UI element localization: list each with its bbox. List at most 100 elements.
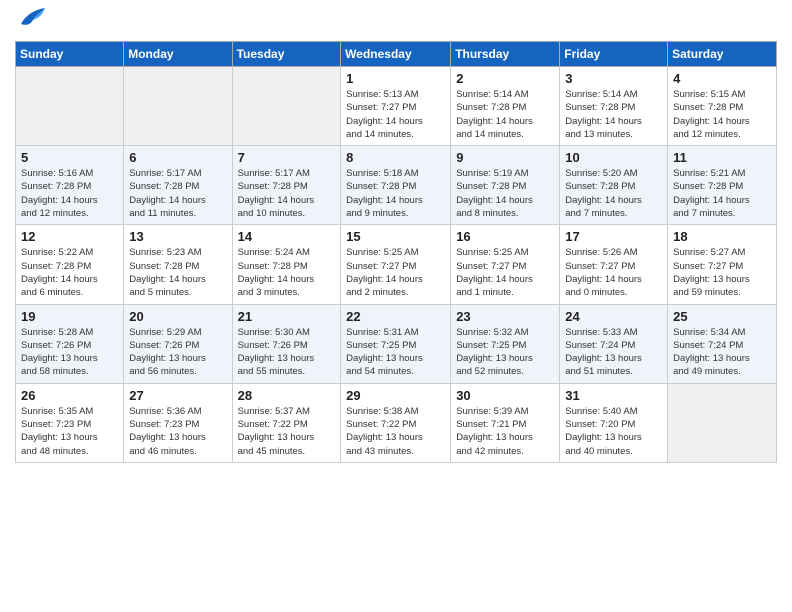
- day-number: 9: [456, 150, 554, 165]
- day-info: Sunrise: 5:26 AM Sunset: 7:27 PM Dayligh…: [565, 246, 662, 299]
- day-number: 20: [129, 309, 226, 324]
- day-info: Sunrise: 5:28 AM Sunset: 7:26 PM Dayligh…: [21, 326, 118, 379]
- calendar-cell: 8 Sunrise: 5:18 AM Sunset: 7:28 PM Daylig…: [341, 146, 451, 225]
- weekday-monday: Monday: [124, 42, 232, 67]
- calendar-cell: 4 Sunrise: 5:15 AM Sunset: 7:28 PM Daylig…: [668, 67, 777, 146]
- day-info: Sunrise: 5:14 AM Sunset: 7:28 PM Dayligh…: [456, 88, 554, 141]
- day-number: 4: [673, 71, 771, 86]
- day-info: Sunrise: 5:37 AM Sunset: 7:22 PM Dayligh…: [238, 405, 336, 458]
- day-info: Sunrise: 5:19 AM Sunset: 7:28 PM Dayligh…: [456, 167, 554, 220]
- day-number: 23: [456, 309, 554, 324]
- day-info: Sunrise: 5:17 AM Sunset: 7:28 PM Dayligh…: [129, 167, 226, 220]
- day-info: Sunrise: 5:16 AM Sunset: 7:28 PM Dayligh…: [21, 167, 118, 220]
- day-number: 30: [456, 388, 554, 403]
- day-number: 5: [21, 150, 118, 165]
- day-info: Sunrise: 5:29 AM Sunset: 7:26 PM Dayligh…: [129, 326, 226, 379]
- day-info: Sunrise: 5:25 AM Sunset: 7:27 PM Dayligh…: [456, 246, 554, 299]
- day-number: 22: [346, 309, 445, 324]
- day-number: 6: [129, 150, 226, 165]
- calendar-week-3: 12 Sunrise: 5:22 AM Sunset: 7:28 PM Dayli…: [16, 225, 777, 304]
- calendar-cell: 7 Sunrise: 5:17 AM Sunset: 7:28 PM Daylig…: [232, 146, 341, 225]
- day-info: Sunrise: 5:25 AM Sunset: 7:27 PM Dayligh…: [346, 246, 445, 299]
- calendar-cell: 30 Sunrise: 5:39 AM Sunset: 7:21 PM Dayli…: [451, 383, 560, 462]
- weekday-thursday: Thursday: [451, 42, 560, 67]
- day-info: Sunrise: 5:40 AM Sunset: 7:20 PM Dayligh…: [565, 405, 662, 458]
- day-info: Sunrise: 5:31 AM Sunset: 7:25 PM Dayligh…: [346, 326, 445, 379]
- weekday-friday: Friday: [560, 42, 668, 67]
- day-info: Sunrise: 5:14 AM Sunset: 7:28 PM Dayligh…: [565, 88, 662, 141]
- calendar-cell: 26 Sunrise: 5:35 AM Sunset: 7:23 PM Dayli…: [16, 383, 124, 462]
- day-info: Sunrise: 5:38 AM Sunset: 7:22 PM Dayligh…: [346, 405, 445, 458]
- logo: [15, 10, 47, 33]
- calendar-cell: [668, 383, 777, 462]
- day-info: Sunrise: 5:39 AM Sunset: 7:21 PM Dayligh…: [456, 405, 554, 458]
- weekday-wednesday: Wednesday: [341, 42, 451, 67]
- header: [15, 10, 777, 33]
- day-info: Sunrise: 5:30 AM Sunset: 7:26 PM Dayligh…: [238, 326, 336, 379]
- weekday-sunday: Sunday: [16, 42, 124, 67]
- calendar-cell: 31 Sunrise: 5:40 AM Sunset: 7:20 PM Dayli…: [560, 383, 668, 462]
- calendar-cell: 14Sunrise: 5:24 AM Sunset: 7:28 PM Dayli…: [232, 225, 341, 304]
- calendar-cell: 12 Sunrise: 5:22 AM Sunset: 7:28 PM Dayli…: [16, 225, 124, 304]
- calendar-cell: 19 Sunrise: 5:28 AM Sunset: 7:26 PM Dayli…: [16, 304, 124, 383]
- calendar-cell: 18Sunrise: 5:27 AM Sunset: 7:27 PM Dayli…: [668, 225, 777, 304]
- day-info: Sunrise: 5:32 AM Sunset: 7:25 PM Dayligh…: [456, 326, 554, 379]
- calendar-cell: 6 Sunrise: 5:17 AM Sunset: 7:28 PM Daylig…: [124, 146, 232, 225]
- calendar-cell: 17 Sunrise: 5:26 AM Sunset: 7:27 PM Dayli…: [560, 225, 668, 304]
- calendar-cell: [16, 67, 124, 146]
- day-number: 29: [346, 388, 445, 403]
- calendar-cell: 16 Sunrise: 5:25 AM Sunset: 7:27 PM Dayli…: [451, 225, 560, 304]
- calendar-cell: 25Sunrise: 5:34 AM Sunset: 7:24 PM Dayli…: [668, 304, 777, 383]
- day-info: Sunrise: 5:33 AM Sunset: 7:24 PM Dayligh…: [565, 326, 662, 379]
- day-info: Sunrise: 5:20 AM Sunset: 7:28 PM Dayligh…: [565, 167, 662, 220]
- day-number: 12: [21, 229, 118, 244]
- day-info: Sunrise: 5:27 AM Sunset: 7:27 PM Dayligh…: [673, 246, 771, 299]
- day-number: 26: [21, 388, 118, 403]
- day-number: 21: [238, 309, 336, 324]
- day-number: 25: [673, 309, 771, 324]
- calendar-cell: 15 Sunrise: 5:25 AM Sunset: 7:27 PM Dayli…: [341, 225, 451, 304]
- calendar-cell: 29 Sunrise: 5:38 AM Sunset: 7:22 PM Dayli…: [341, 383, 451, 462]
- day-number: 15: [346, 229, 445, 244]
- calendar-cell: 23 Sunrise: 5:32 AM Sunset: 7:25 PM Dayli…: [451, 304, 560, 383]
- calendar-week-1: 1Sunrise: 5:13 AM Sunset: 7:27 PM Daylig…: [16, 67, 777, 146]
- calendar-cell: 20 Sunrise: 5:29 AM Sunset: 7:26 PM Dayli…: [124, 304, 232, 383]
- day-number: 7: [238, 150, 336, 165]
- calendar-cell: [232, 67, 341, 146]
- day-number: 16: [456, 229, 554, 244]
- calendar-week-4: 19 Sunrise: 5:28 AM Sunset: 7:26 PM Dayli…: [16, 304, 777, 383]
- day-number: 19: [21, 309, 118, 324]
- calendar-cell: 22 Sunrise: 5:31 AM Sunset: 7:25 PM Dayli…: [341, 304, 451, 383]
- day-info: Sunrise: 5:35 AM Sunset: 7:23 PM Dayligh…: [21, 405, 118, 458]
- calendar-cell: 27 Sunrise: 5:36 AM Sunset: 7:23 PM Dayli…: [124, 383, 232, 462]
- day-info: Sunrise: 5:17 AM Sunset: 7:28 PM Dayligh…: [238, 167, 336, 220]
- day-info: Sunrise: 5:36 AM Sunset: 7:23 PM Dayligh…: [129, 405, 226, 458]
- calendar-cell: 10 Sunrise: 5:20 AM Sunset: 7:28 PM Dayli…: [560, 146, 668, 225]
- day-info: Sunrise: 5:18 AM Sunset: 7:28 PM Dayligh…: [346, 167, 445, 220]
- calendar-cell: 9 Sunrise: 5:19 AM Sunset: 7:28 PM Daylig…: [451, 146, 560, 225]
- day-info: Sunrise: 5:23 AM Sunset: 7:28 PM Dayligh…: [129, 246, 226, 299]
- calendar-week-5: 26 Sunrise: 5:35 AM Sunset: 7:23 PM Dayli…: [16, 383, 777, 462]
- calendar-week-2: 5 Sunrise: 5:16 AM Sunset: 7:28 PM Daylig…: [16, 146, 777, 225]
- calendar-cell: 2 Sunrise: 5:14 AM Sunset: 7:28 PM Daylig…: [451, 67, 560, 146]
- calendar-cell: 24 Sunrise: 5:33 AM Sunset: 7:24 PM Dayli…: [560, 304, 668, 383]
- calendar-page: SundayMondayTuesdayWednesdayThursdayFrid…: [0, 0, 792, 612]
- day-info: Sunrise: 5:15 AM Sunset: 7:28 PM Dayligh…: [673, 88, 771, 141]
- day-number: 10: [565, 150, 662, 165]
- day-info: Sunrise: 5:13 AM Sunset: 7:27 PM Dayligh…: [346, 88, 445, 141]
- day-number: 31: [565, 388, 662, 403]
- weekday-header-row: SundayMondayTuesdayWednesdayThursdayFrid…: [16, 42, 777, 67]
- day-number: 27: [129, 388, 226, 403]
- calendar-cell: 21 Sunrise: 5:30 AM Sunset: 7:26 PM Dayli…: [232, 304, 341, 383]
- calendar-cell: 3Sunrise: 5:14 AM Sunset: 7:28 PM Daylig…: [560, 67, 668, 146]
- day-number: 2: [456, 71, 554, 86]
- calendar-cell: 1Sunrise: 5:13 AM Sunset: 7:27 PM Daylig…: [341, 67, 451, 146]
- day-number: 28: [238, 388, 336, 403]
- day-info: Sunrise: 5:21 AM Sunset: 7:28 PM Dayligh…: [673, 167, 771, 220]
- day-info: Sunrise: 5:24 AM Sunset: 7:28 PM Dayligh…: [238, 246, 336, 299]
- day-number: 24: [565, 309, 662, 324]
- calendar-table: SundayMondayTuesdayWednesdayThursdayFrid…: [15, 41, 777, 463]
- day-info: Sunrise: 5:22 AM Sunset: 7:28 PM Dayligh…: [21, 246, 118, 299]
- day-number: 17: [565, 229, 662, 244]
- day-number: 8: [346, 150, 445, 165]
